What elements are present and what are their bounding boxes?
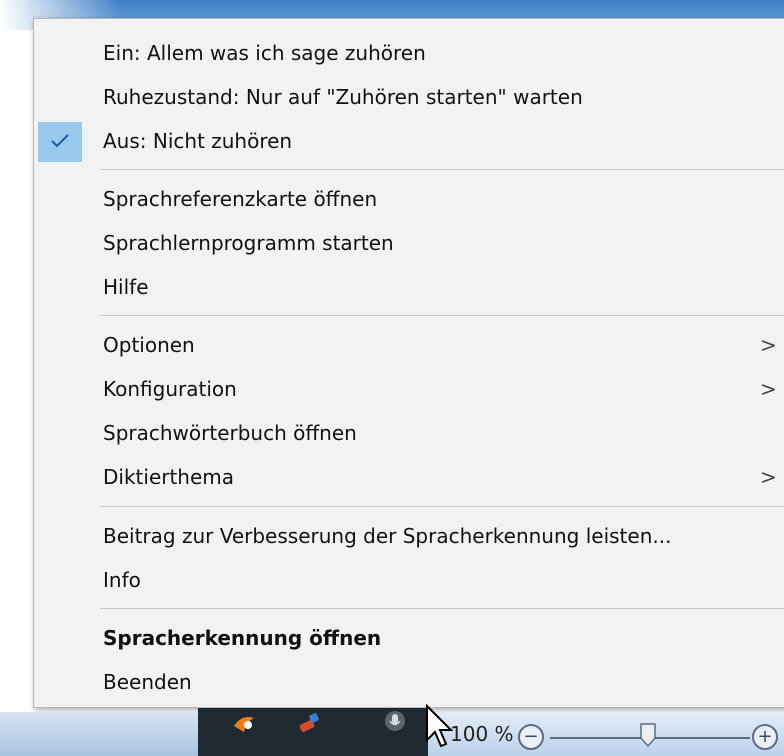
zoom-out-button[interactable]: − [518,724,544,750]
menu-separator [100,169,784,170]
menu-item-label: Info [103,568,141,592]
menu-item-label: Ein: Allem was ich sage zuhören [103,41,426,65]
chevron-right-icon: > [760,333,777,357]
menu-item-contribute-improvement[interactable]: Beitrag zur Verbesserung der Spracherken… [34,514,784,558]
chevron-right-icon: > [760,377,777,401]
zoom-slider-thumb[interactable] [640,723,656,747]
menu-item-label: Sprachreferenzkarte öffnen [103,187,378,211]
menu-item-listen-off[interactable]: Aus: Nicht zuhören [34,119,784,163]
menu-item-label: Sprachlernprogramm starten [103,231,394,255]
microphone-icon[interactable] [382,710,408,734]
menu-item-exit[interactable]: Beenden [34,660,784,704]
status-bar [0,712,198,756]
zoom-in-button[interactable]: + [752,724,778,750]
menu-item-label: Ruhezustand: Nur auf "Zuhören starten" w… [103,85,583,109]
menu-item-open-reference-card[interactable]: Sprachreferenzkarte öffnen [34,177,784,221]
menu-item-help[interactable]: Hilfe [34,265,784,309]
menu-item-label: Spracherkennung öffnen [103,626,382,650]
menu-item-label: Beenden [103,670,192,694]
avast-icon[interactable] [232,712,258,734]
mouse-cursor-icon [426,704,454,748]
speech-recognition-context-menu: Ein: Allem was ich sage zuhören Ruhezust… [33,18,784,708]
window-background [0,30,34,710]
menu-item-listen-on[interactable]: Ein: Allem was ich sage zuhören [34,31,784,75]
menu-item-label: Konfiguration [103,377,237,401]
menu-item-sleep-mode[interactable]: Ruhezustand: Nur auf "Zuhören starten" w… [34,75,784,119]
menu-item-info[interactable]: Info [34,558,784,602]
menu-separator [100,315,784,316]
menu-item-dictation-topic[interactable]: Diktierthema > [34,455,784,499]
menu-item-options[interactable]: Optionen > [34,323,784,367]
menu-item-label: Aus: Nicht zuhören [103,129,293,153]
menu-item-start-tutorial[interactable]: Sprachlernprogramm starten [34,221,784,265]
menu-item-label: Beitrag zur Verbesserung der Spracherken… [103,524,672,548]
menu-separator [100,608,784,609]
menu-item-open-speech-dictionary[interactable]: Sprachwörterbuch öffnen [34,411,784,455]
menu-item-label: Optionen [103,333,195,357]
system-tray [198,708,428,756]
menu-separator [100,506,784,507]
menu-item-label: Diktierthema [103,465,235,489]
menu-item-open-speech-recognition[interactable]: Spracherkennung öffnen [34,616,784,660]
chevron-right-icon: > [760,465,777,489]
zoom-level-text: 100 % [450,722,514,746]
paint-brush-icon[interactable] [296,712,322,734]
menu-item-configuration[interactable]: Konfiguration > [34,367,784,411]
menu-item-label: Hilfe [103,275,149,299]
menu-item-label: Sprachwörterbuch öffnen [103,421,357,445]
